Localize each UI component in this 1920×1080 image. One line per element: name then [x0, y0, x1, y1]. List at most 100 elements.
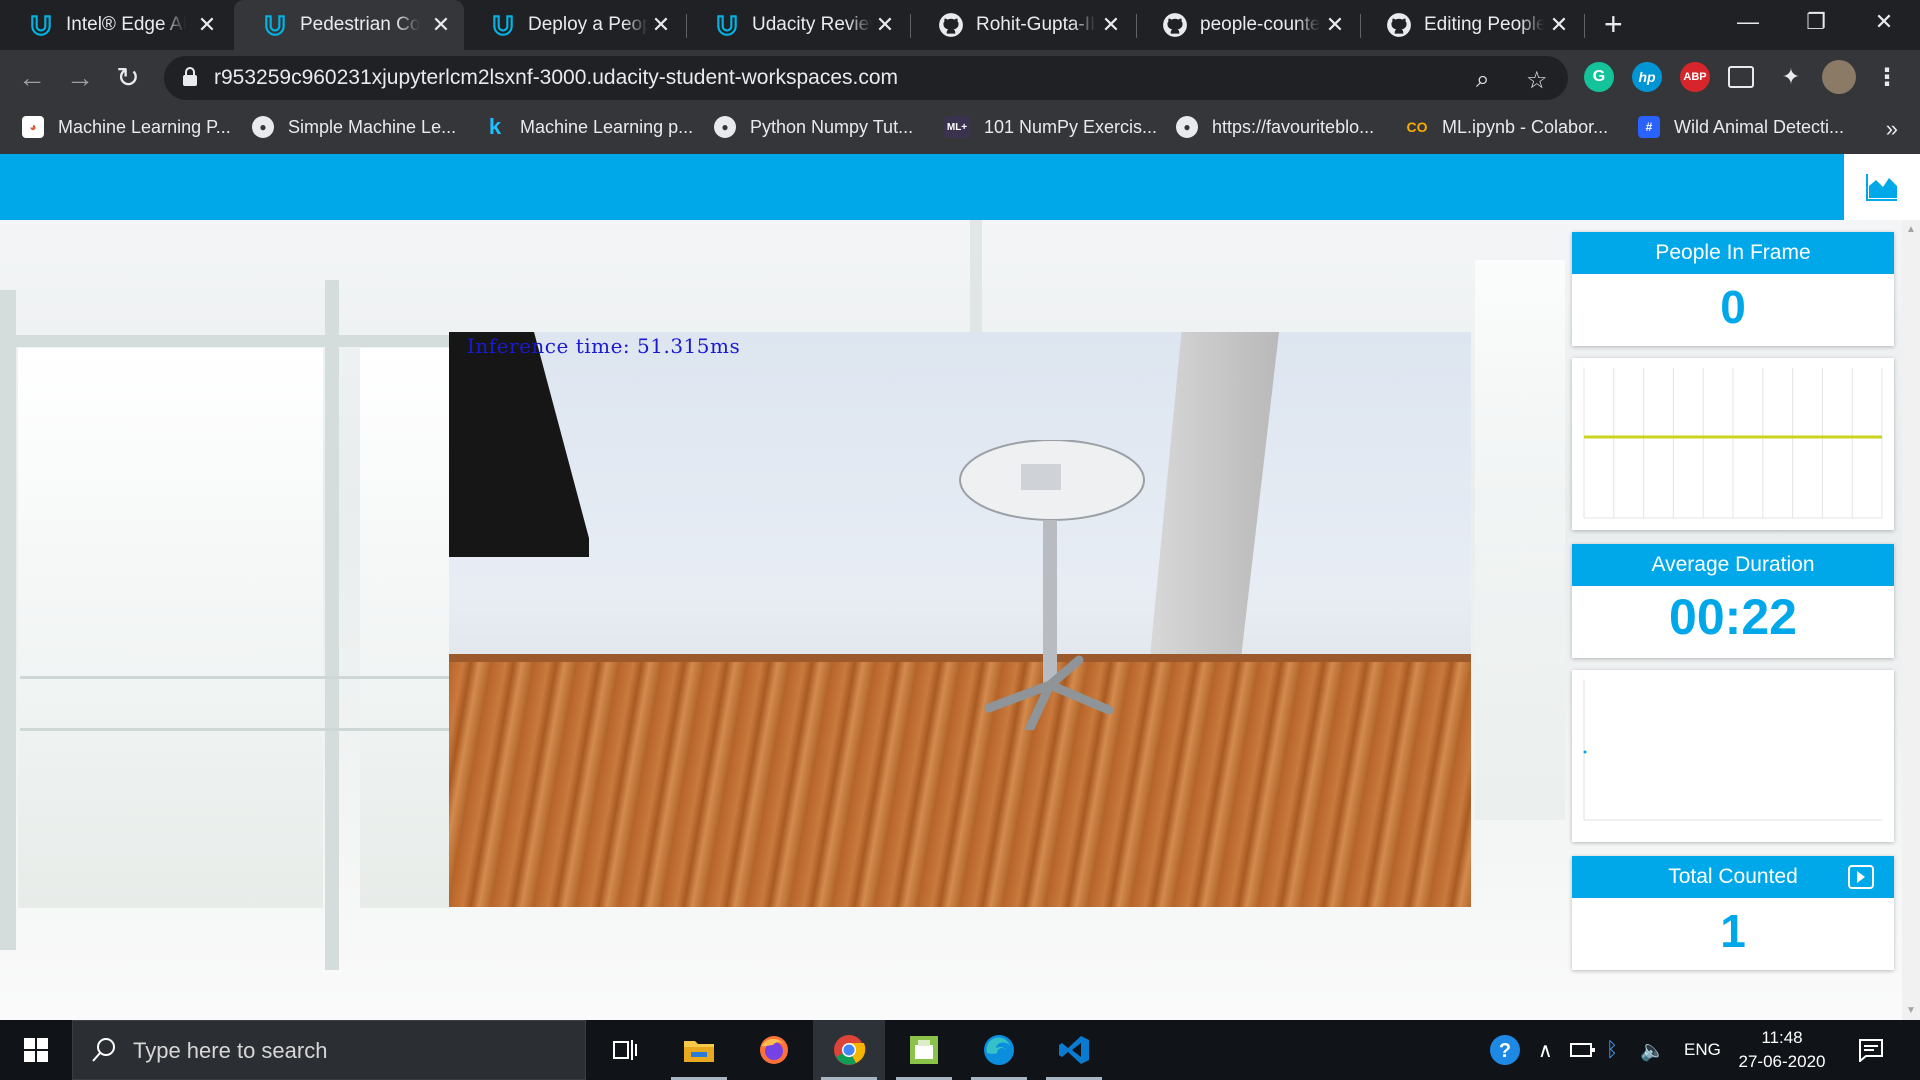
bookmark-item[interactable]: k Machine Learning p...	[484, 114, 693, 139]
forward-icon[interactable]: →	[60, 58, 100, 98]
background-frame	[0, 290, 16, 950]
tab-udacity-reviews[interactable]: Udacity Reviews ✕	[686, 0, 908, 50]
hp-icon[interactable]: hp	[1632, 62, 1662, 92]
tab-deploy-people-counter[interactable]: Deploy a People ✕	[462, 0, 684, 50]
windows-logo-icon	[24, 1038, 48, 1062]
tab-pedestrian-counter[interactable]: Pedestrian Coun ✕	[234, 0, 464, 50]
back-icon[interactable]: ←	[12, 58, 52, 98]
task-view-icon[interactable]	[588, 1020, 660, 1080]
tab-editing-people-counter[interactable]: Editing People_C ✕	[1358, 0, 1582, 50]
bookmark-label: https://favouriteblo...	[1212, 116, 1375, 137]
page-content: Inference time: 51.315ms People In Frame…	[0, 154, 1920, 1020]
lock-icon	[183, 67, 197, 86]
language-indicator[interactable]: ENG	[1684, 1020, 1721, 1080]
scroll-up-icon[interactable]: ▲	[1906, 224, 1916, 235]
adblock-plus-icon[interactable]: ABP	[1680, 62, 1710, 92]
reload-icon[interactable]: ↻	[108, 58, 148, 98]
profile-avatar[interactable]	[1822, 60, 1856, 94]
bookmarks-overflow-button[interactable]: »	[1886, 116, 1898, 142]
colab-icon: CO	[1406, 119, 1428, 135]
stats-toggle-button[interactable]	[1844, 154, 1920, 220]
globe-icon: ●	[714, 116, 736, 138]
tab-close-icon[interactable]: ✕	[1100, 12, 1122, 38]
tab-rohit-gupta-github[interactable]: Rohit-Gupta-IIC ✕	[910, 0, 1134, 50]
taskbar-clock[interactable]: 11:48 27-06-2020	[1724, 1026, 1840, 1074]
people-in-frame-chart	[1572, 358, 1894, 530]
github-icon	[939, 13, 963, 37]
taskbar-search-box[interactable]: Type here to search	[72, 1020, 586, 1080]
svg-text:?: ?	[1499, 1040, 1511, 1062]
udacity-icon	[265, 15, 285, 36]
firefox-icon[interactable]	[738, 1020, 810, 1080]
edge-icon[interactable]	[963, 1020, 1035, 1080]
media-icon[interactable]	[1728, 66, 1754, 88]
udacity-icon	[31, 15, 51, 36]
app-header-bar	[0, 154, 1920, 220]
background-railing	[20, 676, 450, 679]
tab-close-icon[interactable]: ✕	[1324, 12, 1346, 38]
grammarly-icon[interactable]: G	[1584, 62, 1614, 92]
tab-intel-edge-ai[interactable]: Intel® Edge AI f ✕	[0, 0, 230, 50]
bookmark-item[interactable]: ML+ 101 NumPy Exercis...	[944, 116, 1157, 138]
bookmark-item[interactable]: ● https://favouriteblo...	[1176, 116, 1374, 138]
average-duration-value: 00:22	[1669, 589, 1797, 645]
bookmark-item[interactable]: ● Simple Machine Le...	[252, 116, 456, 138]
bluetooth-icon[interactable]: ᛒ	[1606, 1020, 1618, 1080]
average-duration-line-chart	[1583, 680, 1882, 821]
tab-people-counter-github[interactable]: people-counter ✕	[1134, 0, 1358, 50]
tab-title: people-counter	[1200, 14, 1320, 35]
volume-icon[interactable]: 🔈	[1640, 1020, 1665, 1080]
menu-icon[interactable]: ⋮	[1872, 62, 1902, 92]
tab-separator	[1584, 14, 1585, 38]
url-text: r953259c960231xjupyterlcm2lsxnf-3000.uda…	[214, 66, 899, 89]
battery-icon[interactable]	[1570, 1020, 1596, 1080]
new-tab-button[interactable]: +	[1604, 6, 1623, 43]
github-icon	[1387, 13, 1411, 37]
scroll-down-icon[interactable]: ▼	[1906, 1005, 1916, 1016]
tab-close-icon[interactable]: ✕	[430, 12, 452, 38]
export-icon[interactable]	[1848, 865, 1874, 889]
tab-close-icon[interactable]: ✕	[874, 12, 896, 38]
background-window	[1475, 260, 1565, 820]
windows-taskbar: Type here to search ? ∧ ᛒ 🔈 ENG 11:48 27…	[0, 1020, 1920, 1080]
browser-tab-strip: Intel® Edge AI f ✕ Pedestrian Coun ✕ Dep…	[0, 0, 1920, 50]
bookmark-star-icon[interactable]: ☆	[1526, 66, 1548, 95]
puzzle-icon[interactable]: ✦	[1776, 62, 1806, 92]
video-wall-frame	[449, 332, 589, 557]
tab-close-icon[interactable]: ✕	[650, 12, 672, 38]
start-button[interactable]	[0, 1020, 72, 1080]
file-manager-icon[interactable]	[888, 1020, 960, 1080]
show-hidden-icons[interactable]: ∧	[1538, 1020, 1553, 1080]
chrome-icon[interactable]	[813, 1020, 885, 1080]
tab-close-icon[interactable]: ✕	[196, 12, 218, 38]
tab-close-icon[interactable]: ✕	[1548, 12, 1570, 38]
globe-icon: ●	[1176, 116, 1198, 138]
zoom-icon[interactable]: ⌕	[1476, 66, 1489, 94]
file-explorer-icon[interactable]	[663, 1020, 735, 1080]
bookmark-label: Simple Machine Le...	[288, 116, 457, 137]
bookmark-label: Python Numpy Tut...	[750, 116, 914, 137]
background-frame	[0, 335, 450, 347]
search-icon	[92, 1038, 115, 1062]
close-window-icon[interactable]: ✕	[1854, 0, 1914, 44]
restore-icon[interactable]: ❐	[1786, 0, 1846, 44]
notifications-icon[interactable]	[1858, 1020, 1884, 1080]
background-window	[18, 348, 323, 908]
help-icon[interactable]: ?	[1488, 1020, 1522, 1080]
bookmark-item[interactable]: CO ML.ipynb - Colabor...	[1406, 116, 1609, 138]
udacity-icon	[717, 15, 737, 36]
bookmarks-bar: ◕ Machine Learning P... ● Simple Machine…	[0, 106, 1920, 154]
minimize-icon[interactable]: —	[1718, 0, 1778, 44]
people-in-frame-line-chart	[1583, 368, 1883, 519]
bookmark-label: 101 NumPy Exercis...	[984, 116, 1158, 137]
bookmark-label: Machine Learning P...	[58, 116, 231, 137]
vscode-icon[interactable]	[1038, 1020, 1110, 1080]
address-bar[interactable]: r953259c960231xjupyterlcm2lsxnf-3000.uda…	[164, 56, 1568, 100]
bookmark-item[interactable]: ● Python Numpy Tut...	[714, 116, 913, 138]
video-pillar	[1149, 332, 1279, 667]
globe-icon: ●	[252, 116, 274, 138]
page-scrollbar[interactable]: ▲ ▼	[1902, 220, 1920, 1020]
bookmark-item[interactable]: # Wild Animal Detecti...	[1638, 116, 1844, 138]
machine-learning-icon: ◕	[22, 116, 44, 138]
bookmark-item[interactable]: ◕ Machine Learning P...	[22, 116, 231, 138]
